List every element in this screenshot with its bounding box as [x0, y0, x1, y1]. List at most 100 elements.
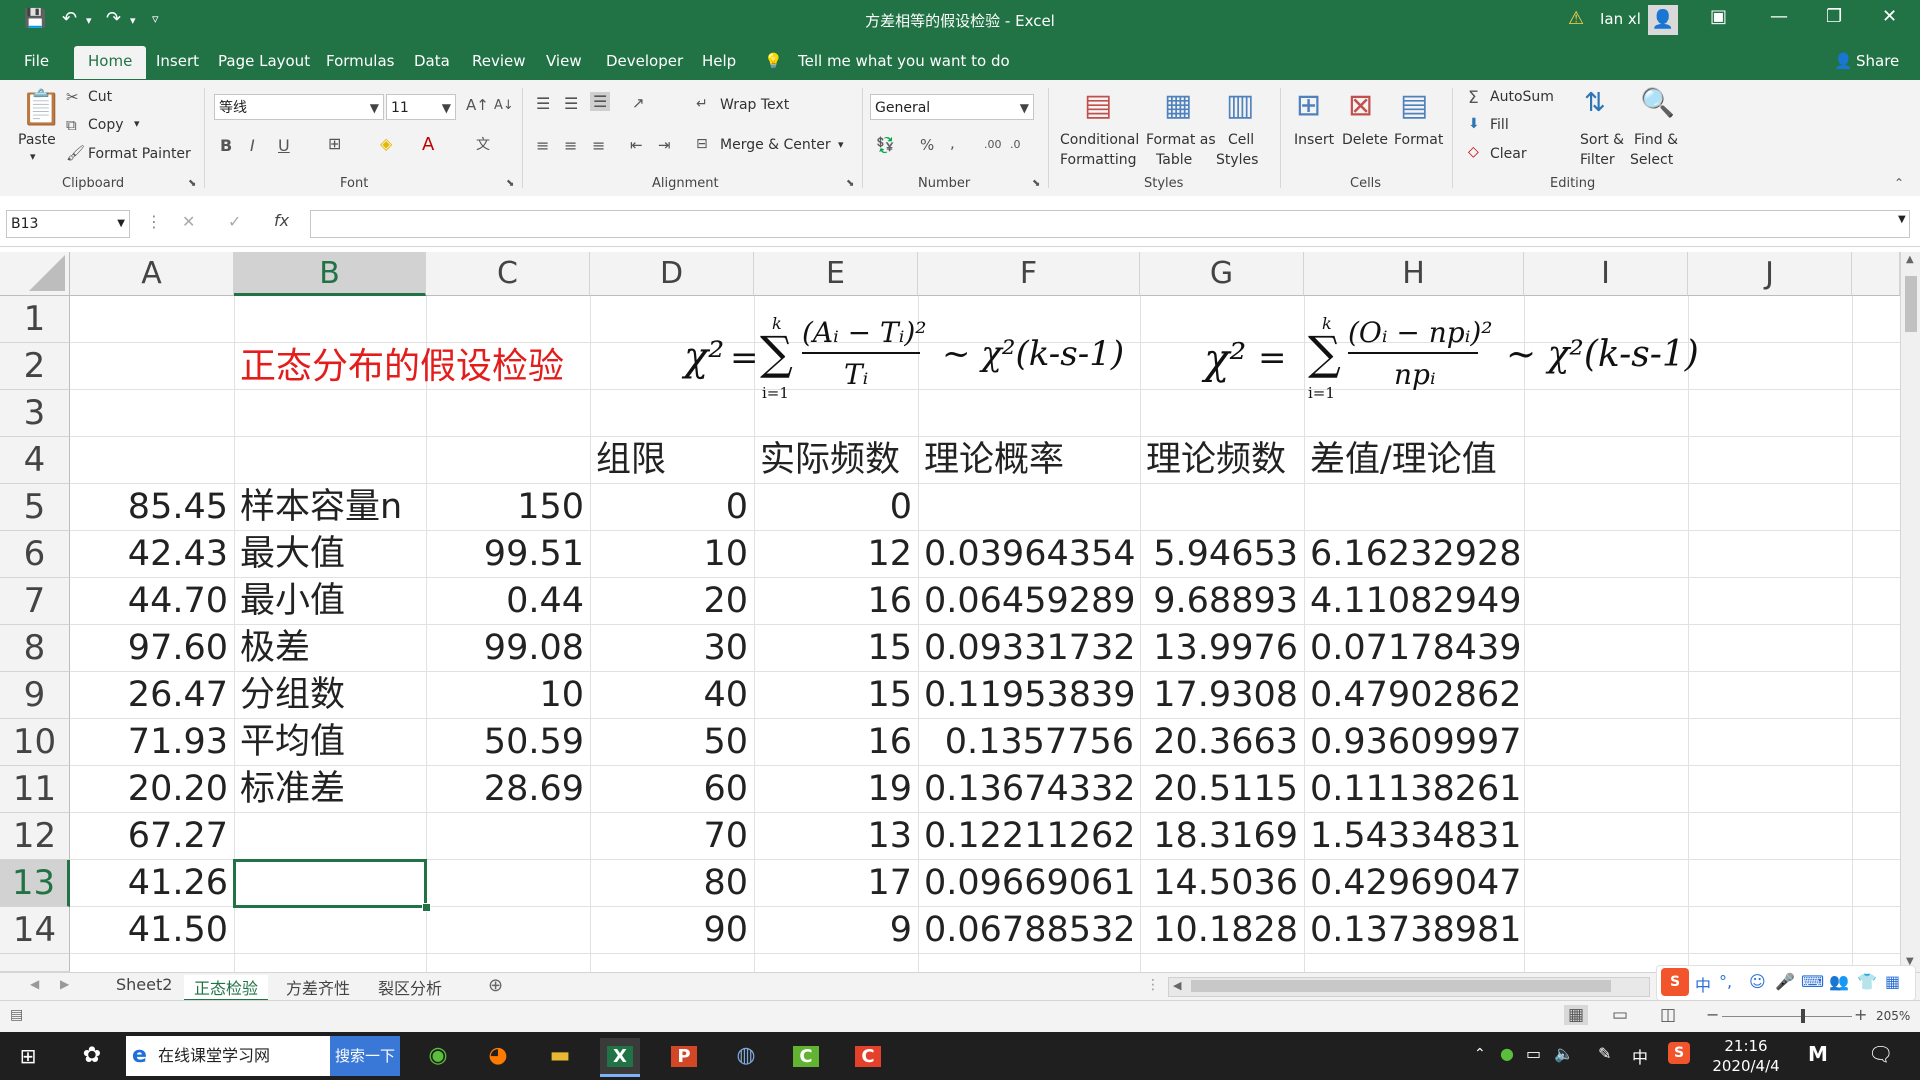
- alignment-launcher-icon[interactable]: ⬊: [846, 178, 854, 189]
- formula-input[interactable]: [310, 210, 1910, 238]
- sample-value-cell[interactable]: 41.50: [70, 907, 234, 954]
- theoretical-probability-cell[interactable]: 0.06459289: [918, 578, 1140, 625]
- align-right-icon[interactable]: ≡: [592, 136, 605, 155]
- sample-value-cell[interactable]: 85.45: [70, 484, 234, 531]
- ime-toolbox-icon[interactable]: ▦: [1885, 972, 1900, 991]
- sort-filter-icon[interactable]: ⇅: [1584, 88, 1606, 118]
- stat-label-cell[interactable]: 标准差: [234, 766, 426, 813]
- tab-page-layout[interactable]: Page Layout: [218, 52, 310, 70]
- add-sheet-icon[interactable]: ⊕: [488, 975, 503, 996]
- windows-start-icon[interactable]: ⊞: [8, 1038, 48, 1074]
- scroll-up-icon[interactable]: ▲: [1906, 254, 1914, 265]
- sheet-tab-split-plot[interactable]: 裂区分析: [368, 975, 452, 999]
- zoom-level[interactable]: 205%: [1876, 1009, 1910, 1023]
- chi-square-formula-right[interactable]: χ² = k ∑ i=1 (Oᵢ − npᵢ)² npᵢ ~ χ²(k-s-1): [1200, 304, 1720, 424]
- percent-icon[interactable]: %: [920, 136, 934, 154]
- theoretical-frequency-cell[interactable]: 13.9976: [1140, 625, 1304, 672]
- worksheet-grid[interactable]: A B C D E F G H I J 1 2 3 4 5 6 7 8 9 10…: [0, 252, 1900, 972]
- theoretical-frequency-cell[interactable]: [1140, 484, 1304, 531]
- browser-360-icon[interactable]: ◉: [418, 1038, 458, 1074]
- diff-ratio-cell[interactable]: 6.16232928: [1304, 531, 1524, 578]
- row-header-3[interactable]: 3: [0, 390, 70, 437]
- actual-frequency-cell[interactable]: 17: [754, 860, 918, 907]
- format-as-table-button[interactable]: Format as: [1146, 132, 1216, 148]
- row-header-7[interactable]: 7: [0, 578, 70, 625]
- diff-ratio-cell[interactable]: 0.42969047: [1304, 860, 1524, 907]
- row-header-14[interactable]: 14: [0, 907, 70, 954]
- ime-voice-icon[interactable]: 🎤: [1775, 972, 1795, 991]
- globe-app-icon[interactable]: ◍: [726, 1038, 766, 1074]
- sample-value-cell[interactable]: 26.47: [70, 672, 234, 719]
- row-header-13[interactable]: 13: [0, 860, 70, 907]
- orientation-icon[interactable]: ↗: [632, 94, 645, 112]
- column-header-j[interactable]: J: [1688, 252, 1852, 296]
- conditional-formatting-button[interactable]: Conditional: [1060, 132, 1139, 148]
- accounting-format-icon[interactable]: 💱: [876, 136, 895, 154]
- paste-icon[interactable]: 📋: [20, 88, 62, 128]
- row-header-4[interactable]: 4: [0, 437, 70, 484]
- theoretical-probability-cell[interactable]: 0.1357756: [918, 719, 1140, 766]
- select-all-button[interactable]: [0, 252, 70, 296]
- actual-frequency-cell[interactable]: 15: [754, 672, 918, 719]
- group-limit-cell[interactable]: 30: [590, 625, 754, 672]
- row-header-10[interactable]: 10: [0, 719, 70, 766]
- share-icon[interactable]: 👤: [1834, 52, 1853, 70]
- zoom-slider[interactable]: [1722, 1016, 1852, 1017]
- decrease-decimal-icon[interactable]: .0: [1010, 138, 1021, 151]
- theoretical-frequency-cell[interactable]: 9.68893: [1140, 578, 1304, 625]
- paste-button[interactable]: Paste: [18, 132, 56, 148]
- tab-data[interactable]: Data: [414, 52, 450, 70]
- theoretical-frequency-cell[interactable]: 20.3663: [1140, 719, 1304, 766]
- autosum-button[interactable]: AutoSum: [1490, 89, 1554, 105]
- align-top-icon[interactable]: ☰: [536, 94, 550, 113]
- align-center-icon[interactable]: ≡: [564, 136, 577, 155]
- stat-value-cell[interactable]: 150: [426, 484, 590, 531]
- stat-label-cell[interactable]: 最小值: [234, 578, 426, 625]
- header-actual-frequency[interactable]: 实际频数: [754, 437, 918, 484]
- cell-styles-icon[interactable]: ▥: [1226, 88, 1254, 123]
- tab-developer[interactable]: Developer: [606, 52, 683, 70]
- copy-icon[interactable]: ⧉: [66, 116, 77, 134]
- row-header-1[interactable]: 1: [0, 296, 70, 343]
- fill-color-icon[interactable]: ◈: [380, 134, 392, 153]
- group-limit-cell[interactable]: 90: [590, 907, 754, 954]
- format-cells-icon[interactable]: ▤: [1400, 88, 1428, 123]
- page-break-view-icon[interactable]: ◫: [1660, 1005, 1676, 1025]
- stat-label-cell[interactable]: 平均值: [234, 719, 426, 766]
- tab-review[interactable]: Review: [472, 52, 526, 70]
- delete-cells-button[interactable]: Delete: [1342, 132, 1388, 148]
- wrap-text-icon[interactable]: ↵: [696, 96, 708, 112]
- theoretical-probability-cell[interactable]: 0.09331732: [918, 625, 1140, 672]
- header-theoretical-frequency[interactable]: 理论频数: [1140, 437, 1304, 484]
- underline-icon[interactable]: U: [278, 136, 290, 155]
- column-header-b[interactable]: B: [234, 252, 426, 296]
- clipboard-launcher-icon[interactable]: ⬊: [188, 178, 196, 189]
- copy-dropdown-icon[interactable]: ▾: [134, 117, 140, 130]
- tab-file[interactable]: File: [24, 52, 49, 70]
- column-header-e[interactable]: E: [754, 252, 918, 296]
- split-handle-icon[interactable]: ⋮: [1146, 977, 1160, 993]
- tray-360-icon[interactable]: ●: [1500, 1044, 1514, 1063]
- find-select-label[interactable]: Select: [1630, 152, 1673, 168]
- font-launcher-icon[interactable]: ⬊: [506, 178, 514, 189]
- taskbar-search-button[interactable]: 搜索一下: [330, 1036, 400, 1076]
- sample-value-cell[interactable]: 41.26: [70, 860, 234, 907]
- enter-icon[interactable]: ✓: [228, 212, 241, 231]
- diff-ratio-cell[interactable]: 0.47902862: [1304, 672, 1524, 719]
- actual-frequency-cell[interactable]: 16: [754, 578, 918, 625]
- row-header-8[interactable]: 8: [0, 625, 70, 672]
- zoom-in-icon[interactable]: +: [1854, 1005, 1867, 1024]
- group-limit-cell[interactable]: 20: [590, 578, 754, 625]
- tab-insert[interactable]: Insert: [156, 52, 199, 70]
- avatar[interactable]: 👤: [1648, 5, 1678, 35]
- group-limit-cell[interactable]: 80: [590, 860, 754, 907]
- share-button[interactable]: Share: [1856, 52, 1899, 70]
- header-theoretical-probability[interactable]: 理论概率: [918, 437, 1140, 484]
- sample-value-cell[interactable]: 44.70: [70, 578, 234, 625]
- stat-value-cell[interactable]: 10: [426, 672, 590, 719]
- font-color-icon[interactable]: A: [422, 134, 434, 155]
- theoretical-frequency-cell[interactable]: 18.3169: [1140, 813, 1304, 860]
- sample-value-cell[interactable]: 71.93: [70, 719, 234, 766]
- selected-cell-b13[interactable]: [233, 859, 427, 908]
- tab-formulas[interactable]: Formulas: [326, 52, 394, 70]
